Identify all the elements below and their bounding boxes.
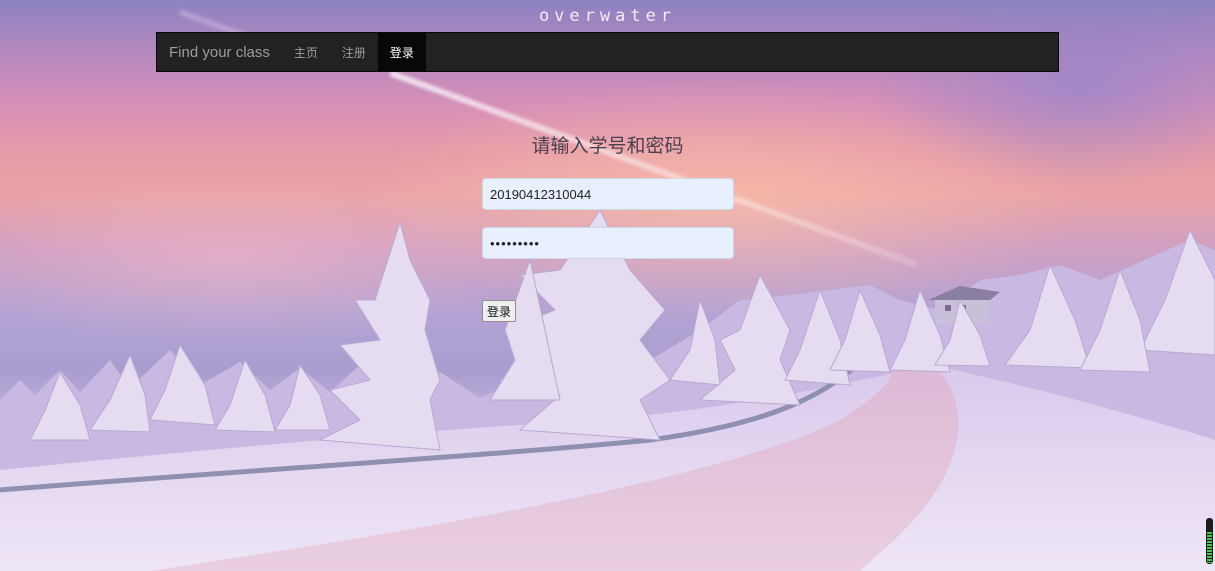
scroll-level-fill	[1207, 532, 1212, 563]
student-id-input[interactable]: 20190412310044	[482, 178, 734, 210]
nav-link-register[interactable]: 注册	[330, 33, 378, 71]
navbar-brand[interactable]: Find your class	[157, 33, 282, 71]
snowy-forest-background	[0, 209, 1215, 571]
nav-link-login[interactable]: 登录	[377, 33, 426, 71]
password-input[interactable]: •••••••••	[482, 227, 734, 259]
scroll-level-indicator	[1206, 518, 1213, 564]
site-brand: overwater	[538, 6, 677, 26]
form-title: 请输入学号和密码	[531, 135, 684, 157]
nav-link-home[interactable]: 主页	[282, 33, 330, 71]
login-button[interactable]: 登录	[482, 300, 517, 322]
top-navbar: Find your class 主页 注册 登录	[156, 32, 1059, 72]
page: overwater Find your class 主页 注册 登录 请输入学号…	[0, 0, 1215, 571]
